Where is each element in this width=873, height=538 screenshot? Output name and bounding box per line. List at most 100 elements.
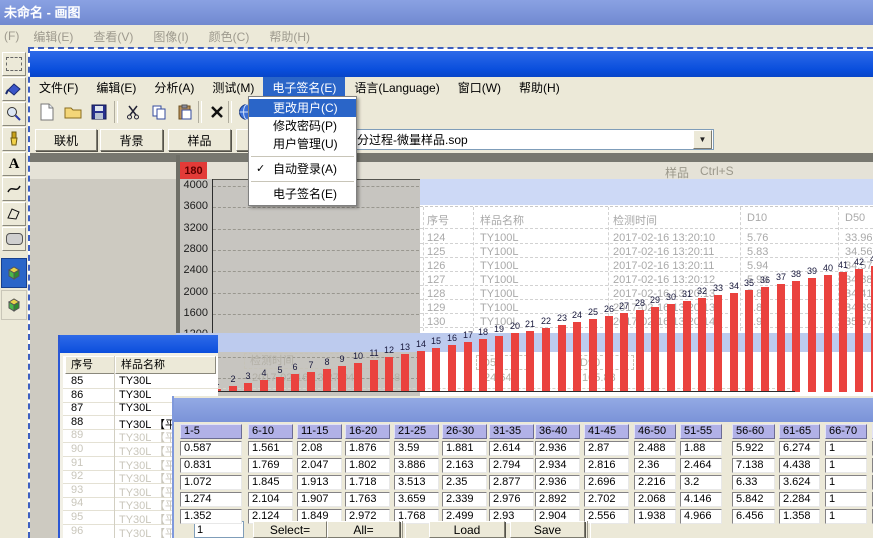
app-menu-item-1[interactable]: 编辑(E): [87, 77, 145, 98]
bottom-table-cell[interactable]: 6.274: [779, 441, 820, 456]
bottom-table-cell[interactable]: 2.35: [442, 475, 487, 490]
bottom-table-header[interactable]: 1-5: [180, 424, 242, 439]
bottom-table-cell[interactable]: 2.892: [535, 492, 580, 507]
tool-text-icon[interactable]: A: [2, 152, 26, 176]
bottom-table-cell[interactable]: 6.456: [732, 509, 775, 524]
distribution-titlebar[interactable]: [174, 398, 873, 422]
app-menu-item-3[interactable]: 测试(M): [203, 77, 263, 98]
bottom-table-cell[interactable]: 3.886: [394, 458, 439, 473]
tool-rounded-rect-icon[interactable]: [2, 227, 26, 251]
delete-icon[interactable]: [206, 101, 228, 123]
app-menu-item-7[interactable]: 帮助(H): [510, 77, 569, 98]
tool-curve-icon[interactable]: [2, 177, 26, 201]
bottom-table-cell[interactable]: 2.614: [489, 441, 534, 456]
bottom-table-header[interactable]: 31-35: [489, 424, 534, 439]
bottom-table-cell[interactable]: 1: [825, 492, 867, 507]
menu-item-1[interactable]: 修改密码(P): [249, 117, 356, 135]
app-menu-item-6[interactable]: 窗口(W): [449, 77, 510, 98]
bottom-table-cell[interactable]: 1.881: [442, 441, 487, 456]
bottom-table-cell[interactable]: 3.659: [394, 492, 439, 507]
paint-menu-item-3[interactable]: 图像(I): [143, 28, 198, 45]
tool-fill-icon[interactable]: [2, 77, 26, 101]
bottom-table-cell[interactable]: 1.913: [297, 475, 342, 490]
bottom-table-cell[interactable]: 3.513: [394, 475, 439, 490]
bottom-table-cell[interactable]: 2.464: [680, 458, 722, 473]
app-menu-item-0[interactable]: 文件(F): [30, 77, 87, 98]
bottom-table-cell[interactable]: 1.802: [345, 458, 390, 473]
bottom-table-header[interactable]: 66-70: [825, 424, 867, 439]
bottom-table-cell[interactable]: 2.08: [297, 441, 342, 456]
tool-option-selection-opaque-icon[interactable]: [1, 258, 27, 288]
bottom-table-cell[interactable]: 1.352: [180, 509, 242, 524]
bottom-table-cell[interactable]: 2.696: [584, 475, 629, 490]
bottom-table-cell[interactable]: 2.047: [297, 458, 342, 473]
paint-menu-item-2[interactable]: 查看(V): [83, 28, 143, 45]
bottom-table-cell[interactable]: 4.438: [779, 458, 820, 473]
bottom-table-cell[interactable]: 2.877: [489, 475, 534, 490]
bottom-table-cell[interactable]: 2.934: [535, 458, 580, 473]
combo-dropdown-button[interactable]: ▼: [693, 130, 712, 149]
app-titlebar[interactable]: [30, 51, 873, 77]
bottom-table-cell[interactable]: 0.831: [180, 458, 242, 473]
bottom-table-header[interactable]: 26-30: [442, 424, 487, 439]
bottom-table-cell[interactable]: 4.966: [680, 509, 722, 524]
paint-menu-item-1[interactable]: 编辑(E): [23, 28, 83, 45]
paint-menu-item-5[interactable]: 帮助(H): [259, 28, 320, 45]
bottom-table-cell[interactable]: 1.718: [345, 475, 390, 490]
bottom-table-cell[interactable]: 3.59: [394, 441, 439, 456]
bottom-table-cell[interactable]: 2.936: [535, 475, 580, 490]
bottom-table-header[interactable]: 56-60: [732, 424, 775, 439]
new-icon[interactable]: [36, 101, 58, 123]
tool-magnifier-icon[interactable]: [2, 102, 26, 126]
bottom-table-cell[interactable]: 2.794: [489, 458, 534, 473]
bottom-table-cell[interactable]: 2.702: [584, 492, 629, 507]
load-button[interactable]: Load: [429, 521, 505, 538]
bottom-table-cell[interactable]: 2.216: [634, 475, 676, 490]
bottom-table-cell[interactable]: 2.87: [584, 441, 629, 456]
bottom-table-header[interactable]: 11-15: [297, 424, 342, 439]
bottom-table-header[interactable]: 51-55: [680, 424, 722, 439]
bottom-table-cell[interactable]: 2.339: [442, 492, 487, 507]
bottom-table-cell[interactable]: 5.842: [732, 492, 775, 507]
bottom-table-cell[interactable]: 2.976: [489, 492, 534, 507]
app-menu-item-2[interactable]: 分析(A): [145, 77, 203, 98]
bottom-table-header[interactable]: 16-20: [345, 424, 390, 439]
bottom-table-header[interactable]: 46-50: [634, 424, 676, 439]
bottom-table-cell[interactable]: 1.763: [345, 492, 390, 507]
bottom-table-cell[interactable]: 1.561: [248, 441, 293, 456]
bottom-table-cell[interactable]: 1.876: [345, 441, 390, 456]
bottom-table-header[interactable]: 41-45: [584, 424, 629, 439]
tool-option-selection-transparent-icon[interactable]: [1, 290, 27, 320]
bottom-table-cell[interactable]: 1.845: [248, 475, 293, 490]
toolbar-button-背景[interactable]: 背景: [100, 129, 163, 151]
bottom-table-cell[interactable]: 4.146: [680, 492, 722, 507]
cut-icon[interactable]: [122, 101, 144, 123]
paste-icon[interactable]: [174, 101, 196, 123]
bottom-table-cell[interactable]: 1: [825, 475, 867, 490]
copy-icon[interactable]: [148, 101, 170, 123]
save-button[interactable]: Save: [510, 521, 585, 538]
bottom-table-cell[interactable]: 0.587: [180, 441, 242, 456]
bottom-table-cell[interactable]: 1.907: [297, 492, 342, 507]
tool-polygon-icon[interactable]: [2, 202, 26, 226]
bottom-table-cell[interactable]: 1: [825, 441, 867, 456]
app-menu-item-4[interactable]: 电子签名(E): [263, 77, 345, 98]
tool-select-icon[interactable]: [2, 52, 26, 76]
bottom-table-cell[interactable]: 2.284: [779, 492, 820, 507]
bottom-table-cell[interactable]: 1.072: [180, 475, 242, 490]
sop-selector[interactable]: 分过程-微量样品.sop ▼: [352, 129, 714, 150]
bottom-table-cell[interactable]: 1.274: [180, 492, 242, 507]
bottom-table-cell[interactable]: 1.88: [680, 441, 722, 456]
left-table-header[interactable]: 样品名称: [115, 356, 216, 374]
bottom-table-cell[interactable]: 6.33: [732, 475, 775, 490]
menu-item-2[interactable]: 用户管理(U): [249, 135, 356, 153]
left-table-header[interactable]: 序号: [65, 356, 115, 374]
bottom-table-cell[interactable]: 1.769: [248, 458, 293, 473]
bottom-table-cell[interactable]: 2.36: [634, 458, 676, 473]
bottom-table-header[interactable]: 6-10: [248, 424, 293, 439]
bottom-table-cell[interactable]: 7.138: [732, 458, 775, 473]
save-icon[interactable]: [88, 101, 110, 123]
bottom-table-cell[interactable]: 2.936: [535, 441, 580, 456]
toolbar-button-样品[interactable]: 样品: [168, 129, 231, 151]
app-menu-item-5[interactable]: 语言(Language): [345, 77, 448, 98]
